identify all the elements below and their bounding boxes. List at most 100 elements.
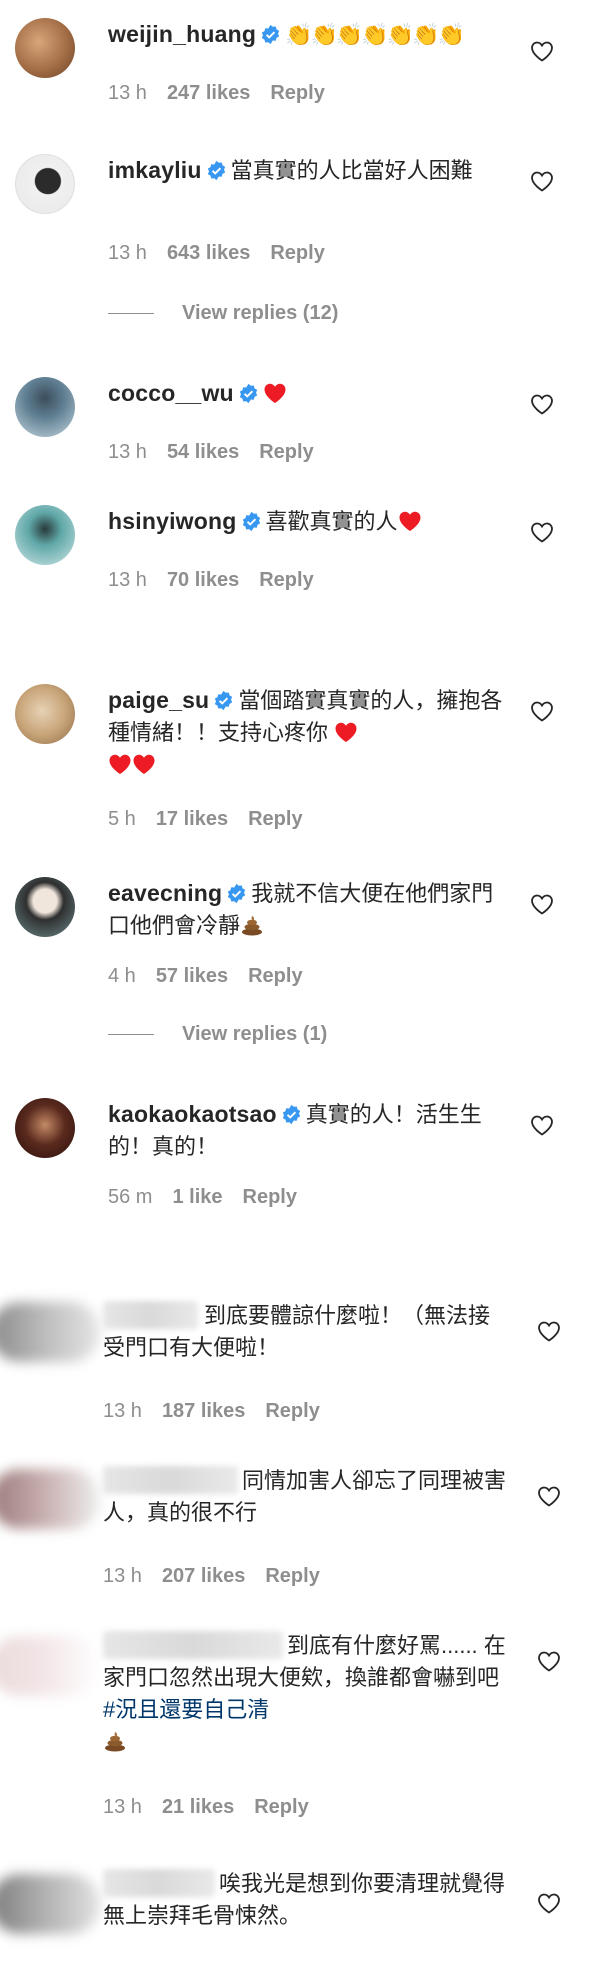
avatar[interactable] (0, 1874, 100, 1934)
comment-username[interactable]: eavecning (108, 880, 222, 906)
avatar[interactable] (15, 877, 75, 937)
comment-meta: 5 h 17 likes Reply (108, 808, 323, 831)
reply-button[interactable]: Reply (248, 965, 302, 987)
heart-icon[interactable] (537, 1650, 561, 1672)
comment-time[interactable]: 13 h (103, 1565, 142, 1587)
comment-text: 到底有什麼好罵...... 在家門口忽然出現大便欸，換誰都會嚇到吧 #況且還要自… (103, 1630, 508, 1758)
verified-badge-icon (215, 690, 233, 711)
reply-button[interactable]: Reply (265, 1400, 319, 1422)
view-replies-button[interactable]: View replies (1) (108, 1023, 327, 1046)
red-heart-emoji (133, 754, 155, 774)
comment-username[interactable]: imkayliu (108, 157, 202, 183)
comment-body: 當真實的人比當好人困難 (230, 158, 473, 183)
reply-button[interactable]: Reply (259, 569, 313, 591)
comment-time[interactable]: 13 h (108, 569, 147, 591)
comment-username[interactable]: paige_su (108, 687, 209, 713)
comment-text: paige_su 當個踏實真實的人，擁抱各種情緒！！支持心疼你 (108, 684, 508, 781)
divider-line (108, 1034, 154, 1036)
blurred-username (103, 1466, 238, 1494)
comment-time[interactable]: 13 h (108, 82, 147, 104)
comment-time[interactable]: 13 h (108, 441, 147, 463)
comment-meta: 13 h 70 likes Reply (108, 569, 334, 592)
comment-text: weijin_huang 👏👏👏👏👏👏👏 (108, 18, 508, 51)
heart-icon[interactable] (530, 521, 554, 543)
comment-likes[interactable]: 57 likes (156, 965, 228, 987)
comment-meta: 56 m 1 like Reply (108, 1186, 317, 1209)
avatar[interactable] (15, 377, 75, 437)
avatar[interactable] (0, 1636, 100, 1696)
verified-badge-icon (242, 511, 260, 532)
comment-text: 同情加害人卻忘了同理被害人，真的很不行 (103, 1465, 508, 1529)
comment-time[interactable]: 56 m (108, 1186, 152, 1208)
hashtag-link[interactable]: #況且還要自己清 (103, 1697, 269, 1722)
comment-username[interactable]: cocco__wu (108, 380, 234, 406)
pile-of-poo-emoji (242, 916, 263, 936)
red-heart-emoji (264, 383, 286, 403)
comment-text: eavecning 我就不信大便在他們家門口他們會冷靜 (108, 877, 508, 942)
comment-meta: 13 h 247 likes Reply (108, 82, 345, 105)
heart-icon[interactable] (530, 393, 554, 415)
avatar[interactable] (0, 1469, 100, 1529)
pile-of-poo-emoji (105, 1732, 125, 1752)
comment-meta: 13 h 187 likes Reply (103, 1400, 340, 1423)
avatar[interactable] (15, 18, 75, 78)
comment-username[interactable]: kaokaokaotsao (108, 1101, 277, 1127)
comment-username[interactable]: hsinyiwong (108, 508, 237, 534)
avatar[interactable] (15, 684, 75, 744)
comment-likes[interactable]: 54 likes (167, 441, 239, 463)
blurred-username (103, 1869, 215, 1897)
avatar[interactable] (0, 1302, 100, 1362)
comment-likes[interactable]: 70 likes (167, 569, 239, 591)
comment-time[interactable]: 4 h (108, 965, 136, 987)
heart-icon[interactable] (537, 1485, 561, 1507)
comment-likes[interactable]: 247 likes (167, 82, 250, 104)
reply-button[interactable]: Reply (270, 242, 324, 264)
red-heart-emoji (335, 722, 357, 742)
comment-likes[interactable]: 21 likes (162, 1796, 234, 1818)
comment-time[interactable]: 13 h (103, 1400, 142, 1422)
comment-meta: 4 h 57 likes Reply (108, 965, 323, 988)
verified-badge-icon (261, 24, 280, 45)
comment-meta: 13 h 21 likes Reply (103, 1796, 329, 1819)
comment-meta: 13 h 207 likes Reply (103, 1565, 340, 1588)
comment-time[interactable]: 5 h (108, 808, 136, 830)
comment-likes[interactable]: 643 likes (167, 242, 250, 264)
comment-likes[interactable]: 1 like (172, 1186, 222, 1208)
avatar[interactable] (15, 505, 75, 565)
comment-username[interactable]: weijin_huang (108, 21, 256, 47)
heart-icon[interactable] (530, 40, 554, 62)
heart-icon[interactable] (530, 1114, 554, 1136)
comment-likes[interactable]: 207 likes (162, 1565, 245, 1587)
view-replies-label: View replies (1) (182, 1023, 328, 1045)
reply-button[interactable]: Reply (248, 808, 302, 830)
heart-icon[interactable] (530, 893, 554, 915)
blurred-username (103, 1631, 283, 1659)
reply-button[interactable]: Reply (265, 1565, 319, 1587)
heart-icon[interactable] (537, 1892, 561, 1914)
heart-icon[interactable] (530, 700, 554, 722)
clapping-hands-emoji: 👏👏👏👏👏👏👏 (285, 22, 465, 47)
comment-text: 到底要體諒什麼啦！（無法接受門口有大便啦！ (103, 1300, 508, 1364)
comment-likes[interactable]: 187 likes (162, 1400, 245, 1422)
reply-button[interactable]: Reply (254, 1796, 308, 1818)
comment-text: kaokaokaotsao 真實的人！活生生的！真的！ (108, 1098, 508, 1163)
comment-time[interactable]: 13 h (103, 1796, 142, 1818)
verified-badge-icon (239, 383, 257, 404)
comment-text: 唉我光是想到你要清理就覺得無上崇拜毛骨悚然。 (103, 1868, 508, 1932)
avatar[interactable] (15, 1098, 75, 1158)
divider-line (108, 313, 154, 315)
reply-button[interactable]: Reply (243, 1186, 297, 1208)
heart-icon[interactable] (530, 170, 554, 192)
comment-time[interactable]: 13 h (108, 242, 147, 264)
heart-icon[interactable] (537, 1320, 561, 1342)
comment-text: hsinyiwong 喜歡真實的人 (108, 505, 508, 538)
comment-meta: 13 h 643 likes Reply (108, 242, 345, 265)
reply-button[interactable]: Reply (270, 82, 324, 104)
view-replies-button[interactable]: View replies (12) (108, 302, 338, 325)
comment-meta: 13 h 54 likes Reply (108, 441, 334, 464)
comment-likes[interactable]: 17 likes (156, 808, 228, 830)
avatar[interactable] (15, 154, 75, 214)
reply-button[interactable]: Reply (259, 441, 313, 463)
verified-badge-icon (282, 1104, 300, 1125)
comment-text: imkayliu 當真實的人比當好人困難 (108, 154, 508, 187)
